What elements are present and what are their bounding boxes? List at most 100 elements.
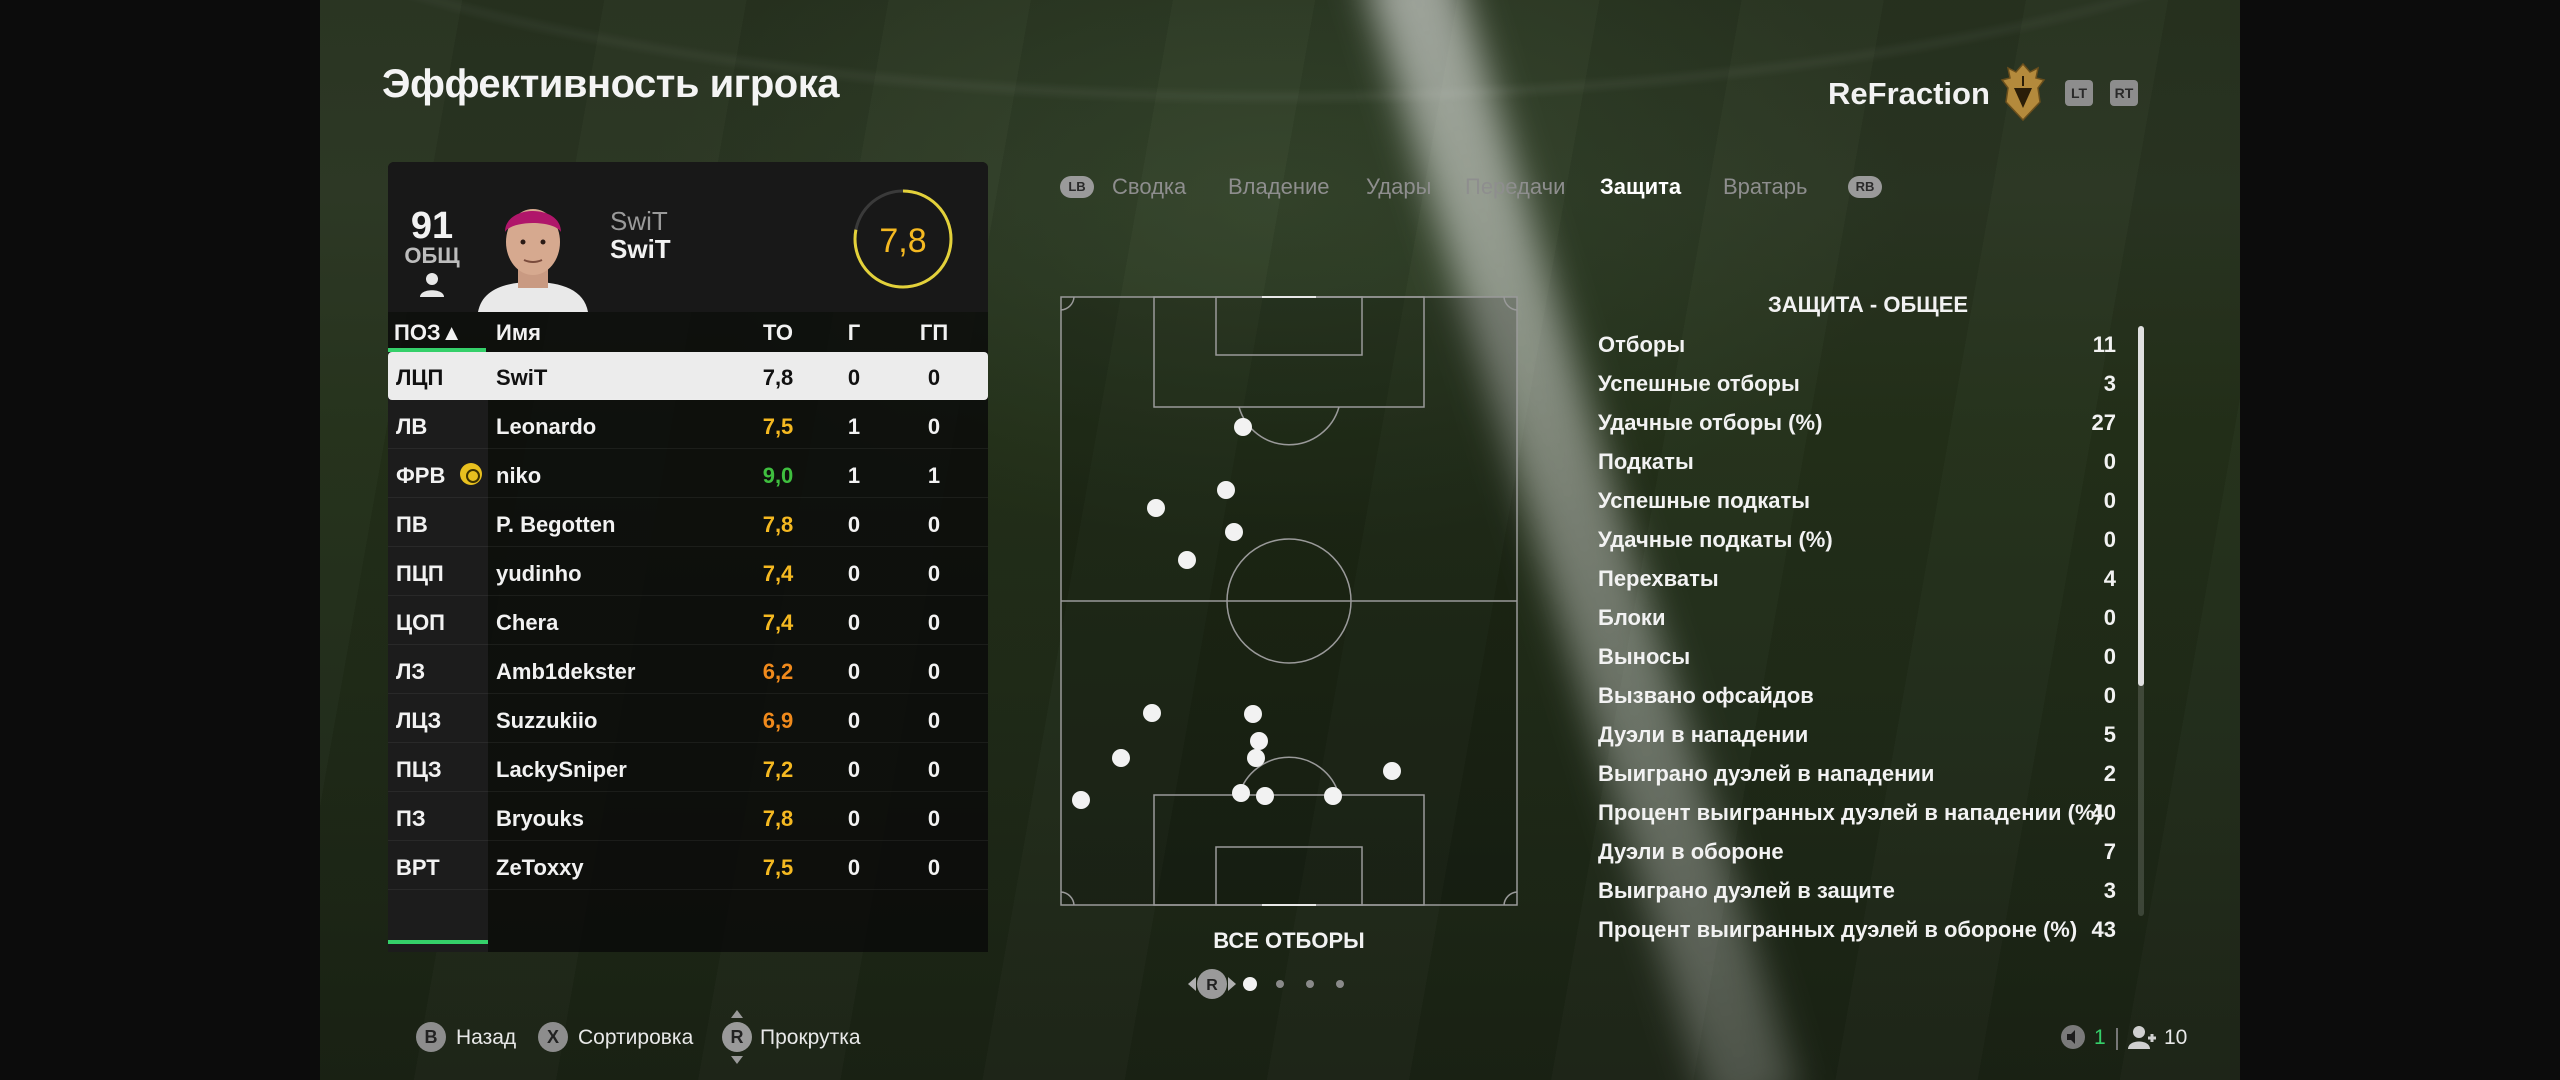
stat-row: Выносы 0 — [1596, 640, 2126, 679]
header-rating[interactable]: ТО — [748, 320, 808, 346]
stat-label: Выиграно дуэлей в защите — [1598, 878, 1895, 903]
table-row[interactable]: ПЗ Bryouks 7,8 0 0 — [388, 793, 988, 841]
tab-summary[interactable]: Сводка — [1112, 174, 1186, 200]
row-rating: 9,0 — [762, 463, 794, 488]
table-row[interactable]: ВРТ ZeToxxy 7,5 0 0 — [388, 842, 988, 890]
row-position: ПЦП — [396, 561, 444, 586]
stat-label: Удачные отборы (%) — [1598, 410, 1823, 435]
table-row[interactable]: ЛВ Leonardo 7,5 1 0 — [388, 401, 988, 449]
stat-row: Процент выигранных дуэлей в обороне (%) 4… — [1596, 913, 2126, 952]
row-rating: 7,4 — [762, 561, 794, 586]
header-goals[interactable]: Г — [834, 320, 874, 346]
stat-row: Перехваты 4 — [1596, 562, 2126, 601]
tackle-marker — [1178, 551, 1196, 569]
pager-dot — [1276, 980, 1284, 988]
stat-label: Блоки — [1598, 605, 1666, 630]
row-position: ПВ — [396, 512, 428, 537]
row-rating: 7,8 — [762, 365, 794, 390]
row-rating: 7,5 — [762, 855, 794, 880]
table-row[interactable]: ЦОП Chera 7,4 0 0 — [388, 597, 988, 645]
row-name: Suzzukiio — [496, 708, 598, 733]
stats-scrollbar[interactable] — [2138, 326, 2144, 916]
rb-button[interactable]: RB — [1848, 176, 1882, 198]
row-position: ЛЦЗ — [396, 708, 442, 733]
row-goals: 0 — [847, 708, 861, 733]
tackle-marker — [1217, 481, 1235, 499]
row-assists: 0 — [927, 414, 941, 439]
tackle-marker — [1112, 749, 1130, 767]
stage: Эффективность игрока ReFraction LT RT 91… — [320, 0, 2240, 1080]
pager-left-icon[interactable] — [1188, 977, 1196, 991]
tackle-marker — [1232, 784, 1250, 802]
tackle-marker — [1247, 749, 1265, 767]
tab-shots[interactable]: Удары — [1366, 174, 1431, 200]
table-row[interactable]: ПЦЗ LackySniper 7,2 0 0 — [388, 744, 988, 792]
tab-passing[interactable]: Передачи — [1465, 174, 1565, 200]
row-goals: 1 — [847, 414, 861, 439]
table-row[interactable]: ЛЦЗ Suzzukiio 6,9 0 0 — [388, 695, 988, 743]
header-name[interactable]: Имя — [496, 320, 541, 346]
back-label[interactable]: Назад — [456, 1026, 516, 1050]
stat-value: 0 — [2103, 527, 2116, 552]
stat-value: 27 — [2091, 410, 2116, 435]
stat-row: Блоки 0 — [1596, 601, 2126, 640]
header-position[interactable]: ПОЗ▲ — [394, 320, 462, 346]
tab-possession[interactable]: Владение — [1228, 174, 1330, 200]
tackle-marker — [1072, 791, 1090, 809]
sort-label[interactable]: Сортировка — [578, 1026, 693, 1050]
tab-goalkeeping[interactable]: Вратарь — [1723, 174, 1807, 200]
stat-label: Выиграно дуэлей в нападении — [1598, 761, 1935, 786]
row-assists: 0 — [927, 806, 941, 831]
table-row[interactable]: ПЦП yudinho 7,4 0 0 — [388, 548, 988, 596]
tackle-marker — [1256, 787, 1274, 805]
stat-label: Процент выигранных дуэлей в нападении (%… — [1598, 800, 2102, 825]
stat-label: Успешные подкаты — [1598, 488, 1811, 513]
row-goals: 0 — [847, 659, 861, 684]
stat-row: Отборы 11 — [1596, 328, 2126, 367]
row-rating: 6,2 — [762, 659, 794, 684]
row-position: ФРВ — [396, 463, 446, 488]
stat-value: 0 — [2103, 449, 2116, 474]
scroll-label[interactable]: Прокрутка — [760, 1026, 861, 1050]
row-name: Amb1dekster — [496, 659, 636, 684]
tackle-marker — [1143, 704, 1161, 722]
stat-label: Процент выигранных дуэлей в обороне (%) — [1598, 917, 2078, 942]
row-goals: 0 — [847, 610, 861, 635]
pager-right-icon[interactable] — [1228, 977, 1236, 991]
pager-dot — [1306, 980, 1314, 988]
player-panel: 91 ОБЩ SwiT SwiT 7,8 ПОЗ▲ Имя ТО Г ГП ЛЦ… — [388, 162, 988, 952]
back-button-icon[interactable]: B — [416, 1022, 446, 1052]
row-assists: 0 — [927, 610, 941, 635]
tab-defending[interactable]: Защита — [1600, 174, 1681, 200]
overall-rating: 91 ОБЩ — [402, 207, 462, 268]
club-name: ReFraction — [1828, 76, 1990, 111]
stat-row: Дуэли в нападении 5 — [1596, 718, 2126, 757]
row-name: ZeToxxy — [496, 855, 584, 880]
stat-value: 11 — [2092, 332, 2116, 357]
row-assists: 0 — [927, 855, 941, 880]
row-assists: 1 — [927, 463, 941, 488]
lt-button[interactable]: LT — [2065, 80, 2093, 106]
row-name: Leonardo — [496, 414, 597, 439]
left-letterbox — [0, 0, 320, 1080]
row-position: ЛЗ — [396, 659, 426, 684]
stat-value: 7 — [2103, 839, 2116, 864]
table-row[interactable]: ЛЦП SwiT 7,8 0 0 — [388, 352, 988, 400]
row-name: SwiT — [496, 365, 548, 390]
sort-button-icon[interactable]: X — [538, 1022, 568, 1052]
stats-scrollbar-thumb[interactable] — [2138, 326, 2144, 686]
row-goals: 0 — [847, 512, 861, 537]
table-row[interactable]: ФРВ niko 9,0 1 1 — [388, 450, 988, 498]
stat-label: Перехваты — [1598, 566, 1719, 591]
pitch-pager[interactable]: R — [1170, 966, 1410, 1002]
header-assists[interactable]: ГП — [914, 320, 954, 346]
table-row[interactable]: ПВ P. Begotten 7,8 0 0 — [388, 499, 988, 547]
rt-button[interactable]: RT — [2110, 80, 2138, 106]
stat-label: Выносы — [1598, 644, 1691, 669]
table-row[interactable]: ЛЗ Amb1dekster 6,2 0 0 — [388, 646, 988, 694]
row-name: P. Begotten — [496, 512, 616, 537]
stat-value: 0 — [2103, 488, 2116, 513]
stat-label: Успешные отборы — [1598, 371, 1800, 396]
row-assists: 0 — [927, 659, 941, 684]
lb-button[interactable]: LB — [1060, 176, 1094, 198]
